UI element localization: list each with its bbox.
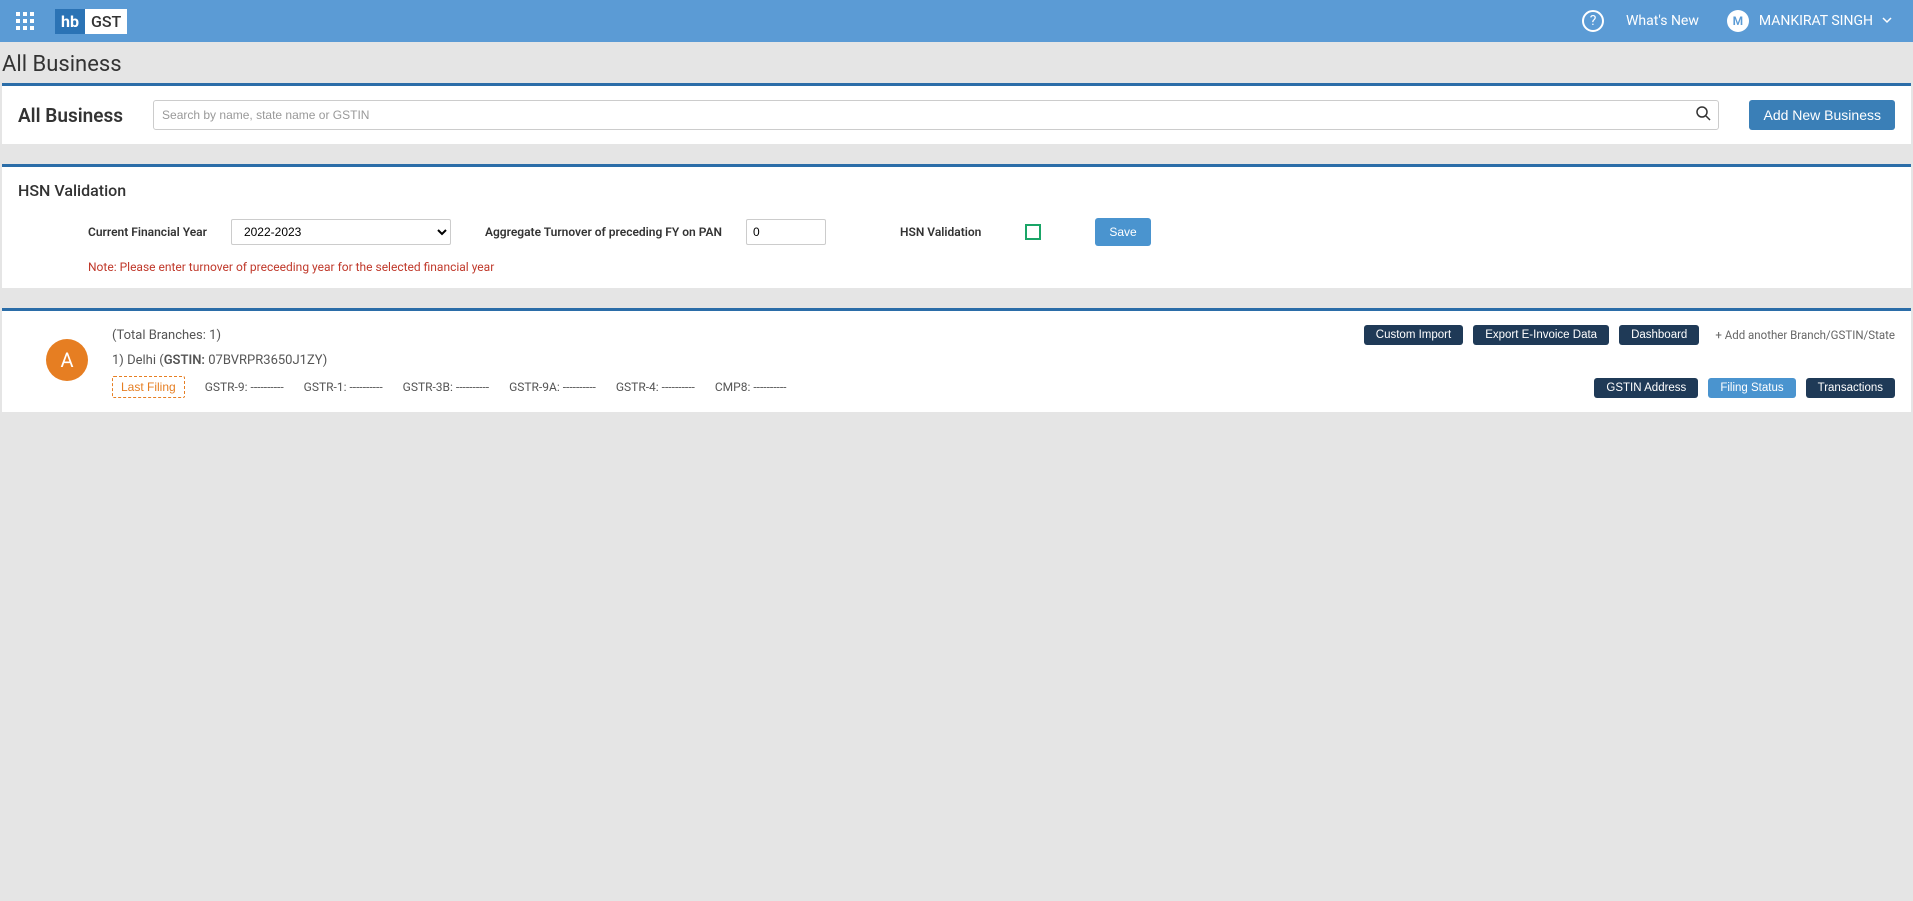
whats-new-link[interactable]: What's New xyxy=(1626,13,1699,29)
export-einvoice-button[interactable]: Export E-Invoice Data xyxy=(1473,325,1609,345)
logo-hb: hb xyxy=(55,9,85,34)
hsn-heading: HSN Validation xyxy=(18,181,1895,200)
add-branch-link[interactable]: + Add another Branch/GSTIN/State xyxy=(1715,328,1895,342)
filing-gstr4: GSTR-4: ---------- xyxy=(616,380,695,394)
filing-gstr9: GSTR-9: ---------- xyxy=(205,380,284,394)
custom-import-button[interactable]: Custom Import xyxy=(1364,325,1463,345)
add-business-button[interactable]: Add New Business xyxy=(1749,100,1895,130)
search-panel: All Business Add New Business xyxy=(2,83,1911,144)
filing-row: Last Filing GSTR-9: ---------- GSTR-1: -… xyxy=(112,376,1574,398)
hsn-panel: HSN Validation Current Financial Year 20… xyxy=(2,164,1911,288)
save-button[interactable]: Save xyxy=(1095,218,1150,246)
logo-gst: GST xyxy=(85,9,127,34)
last-filing-button[interactable]: Last Filing xyxy=(112,376,185,398)
total-branches-label: (Total Branches: 1) xyxy=(112,328,221,343)
transactions-button[interactable]: Transactions xyxy=(1806,378,1895,398)
user-avatar[interactable]: M xyxy=(1727,10,1749,32)
fy-select[interactable]: 2022-2023 xyxy=(231,219,451,245)
search-input[interactable] xyxy=(153,100,1719,130)
hsn-note: Note: Please enter turnover of preceedin… xyxy=(18,260,1895,274)
gstin-value: 07BVRPR3650J1ZY xyxy=(208,353,323,368)
branch-row: 1) Delhi (GSTIN: 07BVRPR3650J1ZY) xyxy=(112,353,1574,368)
logo[interactable]: hb GST xyxy=(55,7,127,35)
business-avatar: A xyxy=(46,339,88,381)
filing-cmp8: CMP8: ---------- xyxy=(715,380,787,394)
turnover-input[interactable] xyxy=(746,219,826,245)
filing-gstr9a: GSTR-9A: ---------- xyxy=(509,380,596,394)
gstin-label: GSTIN: xyxy=(164,353,205,368)
search-panel-heading: All Business xyxy=(18,104,123,127)
chevron-down-icon[interactable] xyxy=(1881,14,1893,29)
gstin-address-button[interactable]: GSTIN Address xyxy=(1594,378,1698,398)
branch-index: 1) xyxy=(112,353,124,368)
filing-gstr1: GSTR-1: ---------- xyxy=(304,380,383,394)
branch-state: Delhi xyxy=(127,353,156,368)
top-bar: hb GST ? What's New M MANKIRAT SINGH xyxy=(0,0,1913,42)
page-title: All Business xyxy=(0,42,1913,83)
apps-grid-icon[interactable] xyxy=(10,6,40,36)
hsn-checkbox[interactable] xyxy=(1025,224,1041,240)
search-icon[interactable] xyxy=(1695,105,1711,125)
filing-gstr3b: GSTR-3B: ---------- xyxy=(403,380,489,394)
hsn-validation-label: HSN Validation xyxy=(900,225,981,239)
user-name-label: MANKIRAT SINGH xyxy=(1759,13,1873,29)
help-icon[interactable]: ? xyxy=(1582,10,1604,32)
dashboard-button[interactable]: Dashboard xyxy=(1619,325,1699,345)
turnover-label: Aggregate Turnover of preceding FY on PA… xyxy=(485,225,722,239)
filing-status-button[interactable]: Filing Status xyxy=(1708,378,1795,398)
business-panel: A (Total Branches: 1) Custom Import Expo… xyxy=(2,308,1911,412)
fy-label: Current Financial Year xyxy=(88,225,207,239)
